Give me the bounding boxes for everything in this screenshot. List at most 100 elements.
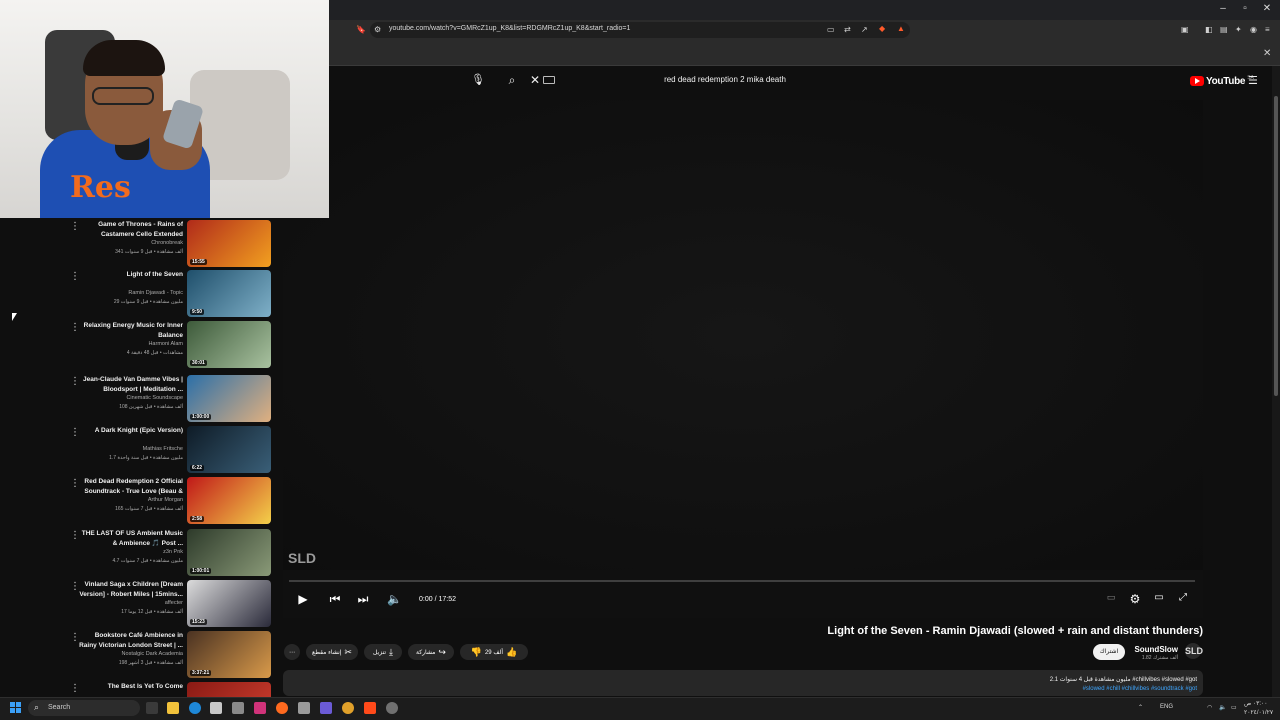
recommendation-item[interactable]: ⋮ Vinland Saga x Children [Dream Version]… — [60, 580, 272, 630]
guide-menu-icon[interactable]: ☰ — [1248, 74, 1258, 87]
firefox-icon[interactable] — [276, 702, 288, 714]
description-box[interactable] — [283, 670, 1203, 696]
recommendation-title[interactable]: THE LAST OF US Ambient Music & Ambience … — [78, 529, 183, 549]
video-thumbnail[interactable]: 6:22 — [187, 426, 271, 473]
language-indicator[interactable]: ENG — [1160, 704, 1173, 710]
like-dislike-button[interactable]: 👎 29 ألف 👍 — [460, 644, 528, 660]
video-thumbnail[interactable]: 9:50 — [187, 270, 271, 317]
search-input[interactable]: red dead redemption 2 mika death — [560, 75, 890, 84]
recommendation-item[interactable]: ⋮ Relaxing Energy Music for Inner Balance… — [60, 321, 272, 371]
maximize-button[interactable]: ▫ — [1234, 3, 1256, 17]
browser-menu-icon[interactable]: ≡ — [1265, 25, 1270, 34]
store-icon[interactable] — [210, 702, 222, 714]
cast-icon[interactable]: ▭ — [827, 25, 835, 34]
tray-chevron-icon[interactable]: ⌃ — [1138, 704, 1143, 711]
more-options-icon[interactable]: ⋮ — [70, 633, 80, 647]
video-player[interactable] — [283, 100, 1203, 618]
more-options-icon[interactable]: ⋮ — [70, 272, 80, 286]
wifi-icon[interactable]: ◠ — [1207, 704, 1212, 711]
recommendation-item[interactable]: ⋮ Red Dead Redemption 2 Official Soundtra… — [60, 477, 272, 527]
voice-search-icon[interactable]: 🎙 — [470, 73, 486, 89]
brave-shield-icon[interactable]: ◆ — [879, 24, 885, 33]
video-thumbnail[interactable]: 3:37:21 — [187, 631, 271, 678]
more-actions-button[interactable]: ⋯ — [284, 644, 300, 660]
scrollbar-thumb[interactable] — [1274, 96, 1278, 396]
file-explorer-icon[interactable] — [167, 702, 179, 714]
url-text[interactable]: youtube.com/watch?v=GMRcZ1up_K8&list=RDG… — [389, 25, 630, 32]
recommendation-title[interactable]: Red Dead Redemption 2 Official Soundtrac… — [78, 477, 183, 497]
recommendation-item[interactable]: ⋮ The Best Is Yet To Come — [60, 682, 272, 697]
recommendation-title[interactable]: Relaxing Energy Music for Inner Balance — [78, 321, 183, 341]
minimize-button[interactable]: – — [1212, 3, 1234, 17]
recommendation-item[interactable]: ⋮ Jean-Claude Van Damme Vibes | Bloodspor… — [60, 375, 272, 425]
dislike-icon[interactable]: 👎 — [471, 647, 482, 658]
share-page-icon[interactable]: ↗ — [861, 25, 868, 34]
recommendation-channel[interactable]: Mathias Fritsche — [78, 446, 183, 452]
tabs-icon[interactable]: ◧ — [1205, 25, 1213, 34]
channel-watermark[interactable]: SLD — [288, 550, 316, 570]
more-options-icon[interactable]: ⋮ — [70, 377, 80, 391]
more-options-icon[interactable]: ⋮ — [70, 531, 80, 545]
settings-icon[interactable]: ⚙ — [1128, 592, 1142, 608]
fullscreen-icon[interactable]: ⤢ — [1176, 592, 1190, 608]
recommendation-item[interactable]: ⋮ Bookstore Café Ambience in Rainy Victor… — [60, 631, 272, 681]
discord-icon[interactable] — [320, 702, 332, 714]
captions-icon[interactable]: ▭ — [1104, 592, 1118, 608]
keyboard-icon[interactable] — [543, 76, 555, 84]
recommendation-item[interactable]: ⋮ Light of the Seven Ramin Djawadi - Topic… — [60, 270, 272, 320]
vpn-icon[interactable]: ◉ — [1250, 25, 1257, 34]
clock-date[interactable]: ٢٠٢٤/٠١/٢٧ — [1244, 709, 1273, 716]
progress-bar[interactable] — [289, 580, 1195, 582]
recommendation-title[interactable]: Bookstore Café Ambience in Rainy Victori… — [78, 631, 183, 651]
recommendation-channel[interactable]: z3n Pnk — [78, 549, 183, 555]
clip-button[interactable]: إنشاء مقطع ✂ — [306, 644, 358, 660]
youtube-logo[interactable]: YouTube SA — [1190, 74, 1254, 88]
app-icon[interactable] — [298, 702, 310, 714]
video-thumbnail[interactable]: 1:00:00 — [187, 375, 271, 422]
recommendation-title[interactable]: Jean-Claude Van Damme Vibes | Bloodsport… — [78, 375, 183, 395]
volume-tray-icon[interactable]: 🔈 — [1219, 704, 1226, 711]
bookmark-icon[interactable]: 🔖 — [356, 25, 366, 34]
previous-icon[interactable]: ⏮ — [328, 592, 342, 608]
task-view-icon[interactable] — [146, 702, 158, 714]
video-thumbnail[interactable]: 1:00:01 — [187, 529, 271, 576]
edge-icon[interactable] — [189, 702, 201, 714]
settings-icon[interactable] — [386, 702, 398, 714]
recommendation-item[interactable]: ⋮ THE LAST OF US Ambient Music & Ambience… — [60, 529, 272, 579]
close-window-button[interactable]: ✕ — [1256, 3, 1278, 17]
recommendation-item[interactable]: ⋮ A Dark Knight (Epic Version) Mathias Fri… — [60, 426, 272, 476]
video-thumbnail[interactable]: 2:58 — [187, 477, 271, 524]
recommendation-channel[interactable]: Arthur Morgan — [78, 497, 183, 503]
recommendation-title[interactable]: Vinland Saga x Children [Dream Version] … — [78, 580, 183, 600]
subscribe-button[interactable]: اشتراك — [1093, 644, 1125, 660]
sidebar-toggle-icon[interactable]: ▣ — [1181, 25, 1189, 34]
video-thumbnail[interactable] — [187, 682, 271, 697]
recommendation-title[interactable]: A Dark Knight (Epic Version) — [78, 426, 183, 436]
battery-icon[interactable]: ▭ — [1231, 704, 1237, 711]
clear-search-icon[interactable]: ✕ — [528, 73, 542, 89]
recommendation-channel[interactable]: Nostalgic Dark Academia — [78, 651, 183, 657]
next-icon[interactable]: ⏭ — [356, 592, 370, 608]
close-banner-icon[interactable]: ✕ — [1263, 48, 1271, 59]
recommendation-channel[interactable]: Chronobreak — [78, 240, 183, 246]
wallet-icon[interactable]: ▤ — [1220, 25, 1228, 34]
windows-start-icon[interactable] — [10, 702, 22, 714]
channel-avatar[interactable]: SLD — [1185, 643, 1203, 659]
recommendation-channel[interactable]: Ramin Djawadi - Topic — [78, 290, 183, 296]
taskbar-search[interactable] — [28, 700, 140, 716]
brave-icon[interactable] — [364, 702, 376, 714]
rewards-icon[interactable]: ▲ — [897, 24, 905, 33]
volume-icon[interactable]: 🔈 — [387, 592, 402, 608]
theater-mode-icon[interactable]: ▭ — [1152, 592, 1166, 608]
video-thumbnail[interactable]: 15:55 — [187, 220, 271, 267]
translate-icon[interactable]: ⇄ — [844, 25, 851, 34]
clock-time[interactable]: ٠٣:٠٠ ص — [1244, 700, 1267, 707]
download-button[interactable]: تنزيل ⤓ — [364, 644, 402, 660]
play-icon[interactable]: ▶ — [296, 592, 310, 608]
chrome-icon[interactable] — [342, 702, 354, 714]
recommendation-channel[interactable]: affecter — [78, 600, 183, 606]
app-icon[interactable] — [254, 702, 266, 714]
recommendation-channel[interactable]: Cinematic Soundscape — [78, 395, 183, 401]
more-options-icon[interactable]: ⋮ — [70, 323, 80, 337]
video-frame[interactable] — [283, 100, 1203, 570]
